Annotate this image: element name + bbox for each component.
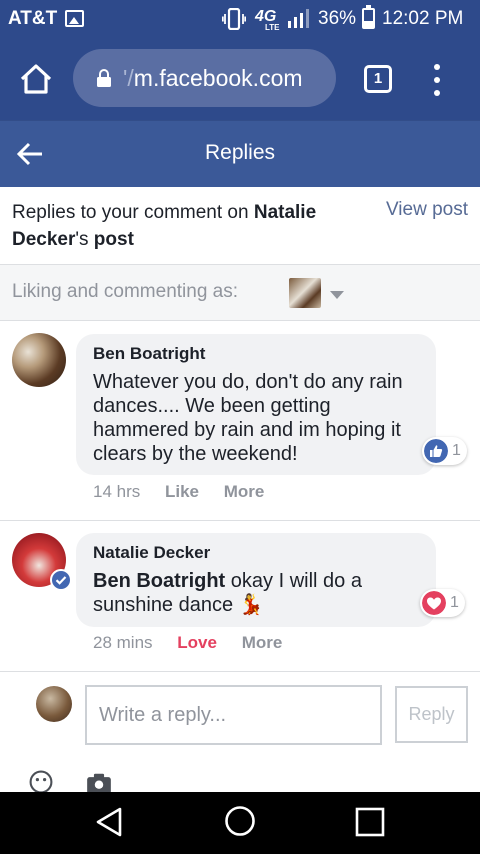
url-bar[interactable]: '/m.facebook.com (73, 49, 336, 107)
comment-actions: 14 hrs Like More (93, 482, 284, 502)
identity-avatar[interactable] (289, 278, 321, 308)
reply-button[interactable]: Reply (395, 686, 468, 743)
nav-recents-icon[interactable] (355, 807, 385, 837)
browser-toolbar: '/m.facebook.com 1 (0, 38, 480, 120)
network-type-icon: 4G LTE (255, 8, 280, 32)
more-button[interactable]: More (224, 482, 265, 501)
url-domain: m.facebook.com (133, 65, 303, 91)
system-nav-bar (0, 792, 480, 854)
more-button[interactable]: More (242, 633, 283, 652)
divider (0, 671, 480, 672)
comment-bubble: Natalie Decker Ben Boatright okay I will… (76, 533, 436, 627)
love-button[interactable]: Love (177, 633, 217, 652)
chevron-down-icon[interactable] (330, 291, 344, 299)
description-possessive: 's (75, 229, 94, 250)
signal-icon (288, 9, 309, 28)
vibrate-icon (222, 8, 246, 30)
comment: Ben Boatright Whatever you do, don't do … (0, 321, 480, 520)
view-post-link[interactable]: View post (386, 199, 468, 221)
network-sub-label: LTE (265, 23, 280, 32)
avatar[interactable] (12, 333, 66, 387)
avatar (36, 686, 72, 722)
home-icon[interactable] (18, 61, 54, 97)
comment-author[interactable]: Ben Boatright (93, 344, 420, 364)
identity-selector[interactable]: Liking and commenting as: (0, 265, 480, 321)
battery-fill (364, 20, 373, 27)
comment-author[interactable]: Natalie Decker (93, 543, 420, 563)
page-title: Replies (204, 141, 276, 164)
carrier-label: AT&T (8, 8, 58, 29)
comment-text: Whatever you do, don't do any rain dance… (93, 371, 403, 465)
tabs-icon[interactable]: 1 (364, 65, 392, 93)
post-link[interactable]: post (94, 229, 134, 250)
reaction-count: 1 (452, 442, 461, 459)
battery-icon (362, 5, 375, 29)
status-bar: AT&T 4G LTE 36% 12:02 PM (0, 0, 480, 38)
nav-back-icon[interactable] (94, 806, 124, 838)
reply-input[interactable] (85, 685, 382, 745)
description-prefix: Replies to your comment on (12, 202, 254, 223)
replies-description: Replies to your comment on Natalie Decke… (12, 199, 362, 253)
mention-link[interactable]: Ben Boatright (93, 570, 225, 592)
replies-info: Replies to your comment on Natalie Decke… (0, 187, 480, 265)
menu-dot (434, 90, 440, 96)
comment-time: 28 mins (93, 633, 153, 652)
like-button[interactable]: Like (165, 482, 199, 501)
clock: 12:02 PM (382, 8, 464, 29)
identity-label: Liking and commenting as: (12, 281, 239, 302)
nav-home-icon[interactable] (224, 805, 256, 837)
dancer-emoji: 💃 (238, 594, 264, 616)
battery-percent: 36% (318, 8, 357, 29)
comment-text: Ben Boatright okay I will do a sunshine … (93, 569, 420, 617)
page-header: Replies (0, 120, 480, 187)
comment-bubble: Ben Boatright Whatever you do, don't do … (76, 334, 436, 475)
menu-dot (434, 77, 440, 83)
emoji-icon[interactable] (26, 770, 56, 794)
comment-actions: 28 mins Love More (93, 633, 302, 653)
image-icon (65, 10, 84, 27)
verified-icon (50, 569, 72, 591)
reaction-count-badge[interactable]: 1 (422, 437, 467, 465)
comment: Natalie Decker Ben Boatright okay I will… (0, 521, 480, 671)
love-reaction-icon (422, 591, 446, 615)
like-reaction-icon (424, 439, 448, 463)
comment-time: 14 hrs (93, 482, 141, 501)
reaction-count: 1 (450, 594, 459, 611)
menu-dots-icon[interactable] (429, 64, 445, 96)
camera-icon[interactable] (84, 772, 114, 794)
url-prefix: '/ (123, 65, 134, 91)
url-text: '/m.facebook.com (123, 65, 303, 92)
menu-dot (434, 64, 440, 70)
lock-icon (97, 69, 111, 87)
reaction-count-badge[interactable]: 1 (420, 589, 465, 617)
